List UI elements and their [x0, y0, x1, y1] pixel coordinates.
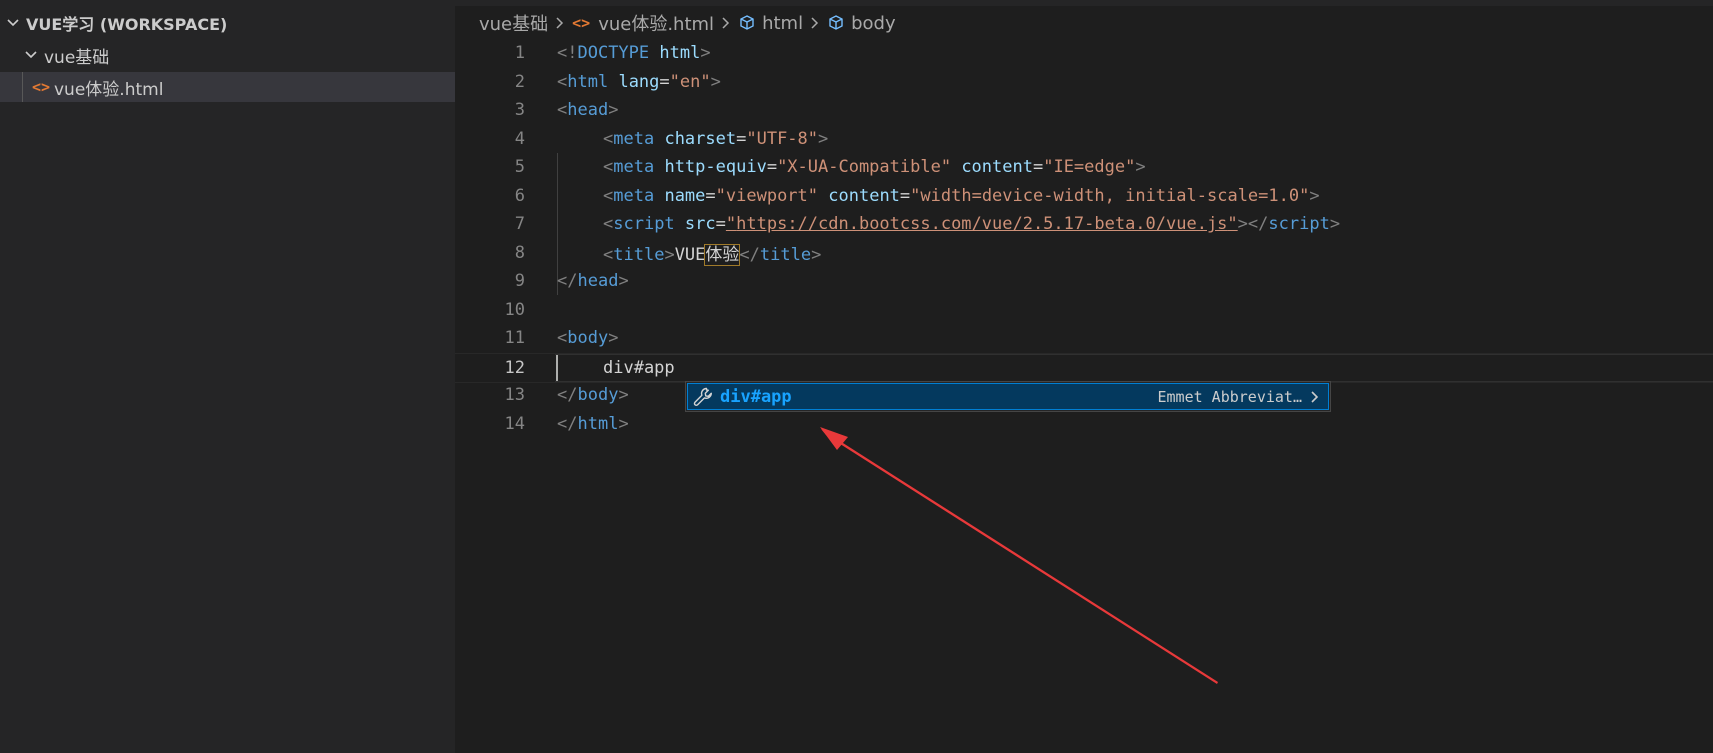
code-line-9[interactable]: 9 </head> [455, 267, 1713, 296]
line-number: 4 [514, 128, 525, 149]
line-content: </html> [557, 413, 629, 434]
line-number: 9 [514, 271, 525, 292]
suggestion-item[interactable]: div#app Emmet Abbreviat… [687, 383, 1329, 410]
line-content: <!DOCTYPE html> [557, 43, 711, 64]
line-content: </body> [557, 385, 629, 406]
code-line-1[interactable]: 1 <!DOCTYPE html> [455, 39, 1713, 68]
editor-tab-strip-edge [455, 0, 1713, 6]
line-number: 12 [504, 357, 525, 378]
file-label: vue体验.html [54, 79, 164, 100]
cube-icon [738, 14, 756, 32]
code-line-6[interactable]: 6 <meta name="viewport" content="width=d… [455, 182, 1713, 211]
folder-item-vue-basics[interactable]: vue基础 [0, 40, 455, 70]
code-line-7[interactable]: 7 <script src="https://cdn.bootcss.com/v… [455, 210, 1713, 239]
breadcrumb-body[interactable]: body [851, 13, 896, 34]
explorer-sidebar: VUE学习 (WORKSPACE) vue基础 <> vue体验.html [0, 0, 455, 753]
indent-guide-active [556, 354, 558, 381]
chevron-down-icon [24, 48, 38, 62]
line-content: <script src="https://cdn.bootcss.com/vue… [603, 214, 1341, 235]
line-content: div#app [603, 358, 675, 378]
line-number: 13 [504, 385, 525, 406]
line-content: <html lang="en"> [557, 71, 721, 92]
line-number: 3 [514, 100, 525, 121]
line-number: 8 [514, 242, 525, 263]
line-number: 11 [504, 328, 525, 349]
code-line-2[interactable]: 2 <html lang="en"> [455, 68, 1713, 97]
chevron-right-icon[interactable] [1310, 390, 1320, 404]
breadcrumb-html[interactable]: html [762, 13, 803, 34]
word-highlight: 体验 [704, 244, 741, 267]
cube-icon [827, 14, 845, 32]
suggestion-label: div#app [720, 386, 792, 407]
code-line-11[interactable]: 11 <body> [455, 324, 1713, 353]
code-line-12[interactable]: 12 div#app [455, 352, 1713, 383]
line-number: 5 [514, 157, 525, 178]
folder-label: vue基础 [44, 47, 110, 68]
html-file-icon: <> [572, 14, 591, 32]
tree-indent-guide [22, 72, 23, 102]
workspace-header[interactable]: VUE学习 (WORKSPACE) [0, 8, 455, 38]
suggestion-detail: Emmet Abbreviat… [1157, 387, 1303, 406]
line-content: <meta name="viewport" content="width=dev… [603, 185, 1320, 206]
wrench-icon [692, 386, 716, 408]
script-src-link[interactable]: "https://cdn.bootcss.com/vue/2.5.17-beta… [726, 214, 1238, 234]
breadcrumb-folder[interactable]: vue基础 [479, 10, 548, 36]
line-content: </head> [557, 271, 629, 292]
suggest-widget[interactable]: div#app Emmet Abbreviat… [685, 381, 1331, 412]
line-content: <head> [557, 100, 619, 121]
chevron-right-icon [810, 16, 820, 30]
file-item-vue-html[interactable]: <> vue体验.html [0, 72, 455, 102]
code-line-14[interactable]: 14 </html> [455, 410, 1713, 439]
editor-pane[interactable]: vue基础 <> vue体验.html html body 1 <!DOCTYP… [455, 0, 1713, 753]
line-number: 7 [514, 214, 525, 235]
chevron-right-icon [555, 16, 565, 30]
html-file-icon: <> [32, 78, 51, 96]
line-number: 14 [504, 413, 525, 434]
code-line-5[interactable]: 5 <meta http-equiv="X-UA-Compatible" con… [455, 153, 1713, 182]
line-content: <meta charset="UTF-8"> [603, 128, 829, 149]
line-number: 6 [514, 185, 525, 206]
typed-abbreviation: div#app [603, 357, 675, 378]
code-line-8[interactable]: 8 <title>VUE体验</title> [455, 239, 1713, 268]
line-number: 10 [504, 299, 525, 320]
line-content: <title>VUE体验</title> [603, 244, 822, 267]
line-number: 2 [514, 71, 525, 92]
code-line-3[interactable]: 3 <head> [455, 96, 1713, 125]
breadcrumb-file[interactable]: vue体验.html [598, 10, 714, 36]
workspace-label: VUE学习 (WORKSPACE) [26, 15, 228, 34]
line-content: <meta http-equiv="X-UA-Compatible" conte… [603, 157, 1146, 178]
line-number: 1 [514, 43, 525, 64]
code-line-10[interactable]: 10 [455, 296, 1713, 325]
code-line-4[interactable]: 4 <meta charset="UTF-8"> [455, 125, 1713, 154]
breadcrumb: vue基础 <> vue体验.html html body [479, 9, 896, 37]
line-content: <body> [557, 328, 619, 349]
chevron-right-icon [721, 16, 731, 30]
chevron-down-icon [6, 16, 20, 30]
